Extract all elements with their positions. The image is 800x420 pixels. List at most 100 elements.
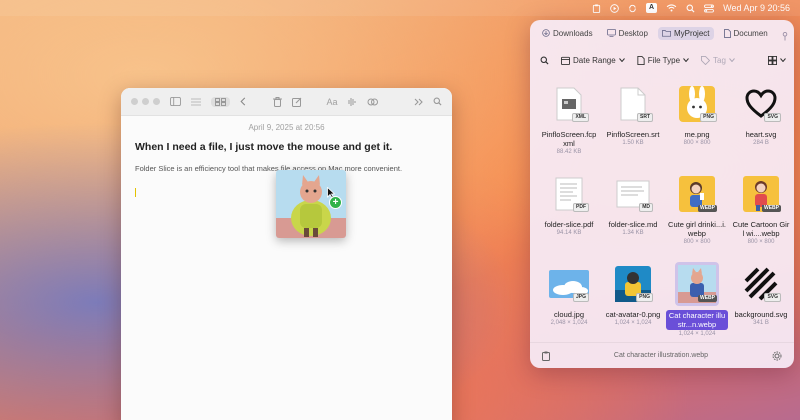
downloads-icon <box>542 29 550 37</box>
grid-view-icon <box>768 55 777 65</box>
file-name: cloud.jpg <box>553 310 585 319</box>
cat-character-thumbnail: WEBP <box>677 264 717 304</box>
desktop-icon <box>606 29 616 37</box>
file-meta: 800 × 800 <box>683 239 711 245</box>
file-type-badge: PNG <box>636 293 653 302</box>
file-thumbnail-wrap: MD <box>611 172 655 216</box>
file-item[interactable]: WEBP Cute girl drinki...i.webp 800 × 800 <box>666 172 728 262</box>
file-thumbnail-wrap: PDF <box>547 172 591 216</box>
note-toolbar: Aa <box>121 88 452 116</box>
file-meta: 1,024 × 1,024 <box>614 320 652 326</box>
tab-myproject[interactable]: MyProject <box>657 26 714 40</box>
gallery-view-icon[interactable] <box>211 96 230 107</box>
file-name: Cat character illustr...n.webp <box>666 310 728 330</box>
cartoon-girl-thumbnail: WEBP <box>741 174 781 214</box>
clipboard-status-icon[interactable] <box>592 3 601 13</box>
cat-avatar-thumbnail: PNG <box>613 264 653 304</box>
play-icon[interactable] <box>610 3 619 13</box>
note-date: April 9, 2025 at 20:56 <box>248 123 325 132</box>
sync-icon[interactable] <box>628 4 637 13</box>
settings-gear-icon[interactable] <box>772 351 782 361</box>
view-options-button[interactable] <box>768 55 786 65</box>
heart-icon: SVG <box>741 84 781 124</box>
file-type-badge: WEBP <box>698 295 717 302</box>
file-name: PinfloScreen.fcpxml <box>541 130 597 148</box>
note-title[interactable]: When I need a file, I just move the mous… <box>135 141 438 153</box>
file-thumbnail-wrap: SRT <box>611 82 655 126</box>
document-icon <box>723 28 731 38</box>
file-item[interactable]: JPG cloud.jpg 2,048 × 1,024 <box>538 262 600 352</box>
file-meta: 800 × 800 <box>683 140 711 146</box>
chevron-down-icon <box>780 58 786 62</box>
more-chevrons-icon[interactable] <box>414 98 423 106</box>
tab-label: Documen <box>733 28 768 38</box>
file-type-badge: WEBP <box>698 205 717 212</box>
file-type-badge: SRT <box>637 113 653 122</box>
folder-icon <box>661 29 671 37</box>
chevron-down-icon <box>729 58 735 62</box>
chevron-down-icon <box>618 58 625 62</box>
file-item[interactable]: XML PinfloScreen.fcpxml 88.42 KB <box>538 82 600 172</box>
close-window-button[interactable] <box>131 98 138 105</box>
search-icon[interactable] <box>686 4 695 13</box>
file-thumbnail-wrap: SVG <box>739 82 783 126</box>
minimize-window-button[interactable] <box>142 98 149 105</box>
compose-icon[interactable] <box>291 97 302 107</box>
window-controls <box>131 98 160 105</box>
file-meta: 284 B <box>753 140 769 146</box>
file-meta: 88.42 KB <box>556 149 582 155</box>
tab-desktop[interactable]: Desktop <box>603 27 652 40</box>
clipboard-icon[interactable] <box>542 351 550 361</box>
control-center-icon[interactable] <box>704 3 715 13</box>
note-window: Aa April 9, 2025 at 20:56 When I need a … <box>121 88 452 420</box>
font-format-button[interactable]: Aa <box>327 97 338 107</box>
file-type-badge: XML <box>572 113 589 122</box>
menubar-clock[interactable]: Wed Apr 9 20:56 <box>723 3 790 13</box>
file-type-badge: JPG <box>572 293 589 302</box>
trash-icon[interactable] <box>272 96 282 107</box>
menu-bar: A Wed Apr 9 20:56 <box>0 0 800 16</box>
file-item[interactable]: WEBP Cute Cartoon Girl wi....webp 800 × … <box>730 172 792 262</box>
tab-downloads[interactable]: Downloads <box>538 27 597 40</box>
file-icon <box>637 55 645 65</box>
file-item[interactable]: PNG me.png 800 × 800 <box>666 82 728 172</box>
file-item[interactable]: PNG cat-avatar-0.png 1,024 × 1,024 <box>602 262 664 352</box>
file-thumbnail-wrap: WEBP <box>675 262 719 306</box>
diagonal-stripes-icon: SVG <box>741 264 781 304</box>
zoom-window-button[interactable] <box>153 98 160 105</box>
list-view-icon[interactable] <box>191 98 201 106</box>
sidebar-toggle-icon[interactable] <box>170 97 181 106</box>
file-thumbnail-wrap: PNG <box>611 262 655 306</box>
file-item[interactable]: SVG background.svg 341 B <box>730 262 792 352</box>
file-name: folder-slice.md <box>608 220 658 229</box>
file-item-selected[interactable]: WEBP Cat character illustr...n.webp 1,02… <box>666 262 728 352</box>
file-thumbnail-wrap: XML <box>547 82 591 126</box>
file-thumbnail-wrap: WEBP <box>739 172 783 216</box>
audio-waveform-icon[interactable] <box>348 97 357 107</box>
file-item[interactable]: SVG heart.svg 284 B <box>730 82 792 172</box>
file-type-filter[interactable]: File Type <box>637 55 689 65</box>
file-item[interactable]: PDF folder-slice.pdf 94.14 KB <box>538 172 600 262</box>
file-item[interactable]: SRT PinfloScreen.srt 1.50 KB <box>602 82 664 172</box>
file-item[interactable]: MD folder-slice.md 1.34 KB <box>602 172 664 262</box>
date-range-label: Date Range <box>573 55 616 65</box>
file-name: folder-slice.pdf <box>544 220 594 229</box>
tab-documents[interactable]: Documen <box>720 27 772 40</box>
srt-file-icon: SRT <box>613 84 653 124</box>
tag-filter[interactable]: Tag <box>701 55 735 65</box>
tab-label: Desktop <box>618 28 648 38</box>
date-range-filter[interactable]: Date Range <box>561 56 625 65</box>
file-type-badge: SVG <box>764 113 781 122</box>
back-chevron-icon[interactable] <box>240 97 246 106</box>
note-search-icon[interactable] <box>433 97 442 106</box>
wifi-icon[interactable] <box>666 4 677 12</box>
input-source-indicator[interactable]: A <box>646 3 658 13</box>
file-thumbnail-wrap: WEBP <box>675 172 719 216</box>
panel-search-icon[interactable] <box>540 56 549 65</box>
file-type-badge: WEBP <box>762 205 781 212</box>
calendar-icon <box>561 56 570 65</box>
pin-icon[interactable] <box>782 28 788 46</box>
file-meta: 800 × 800 <box>747 239 775 245</box>
collaborate-icon[interactable] <box>367 97 378 107</box>
file-meta: 1.50 KB <box>622 140 644 146</box>
